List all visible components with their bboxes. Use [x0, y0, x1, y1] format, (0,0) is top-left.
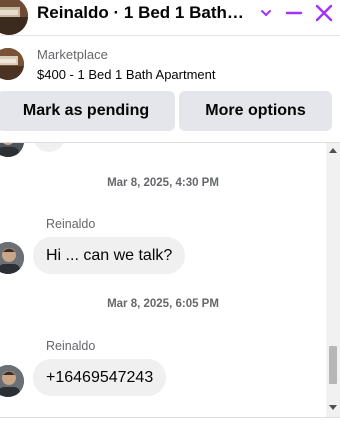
sender-name: Reinaldo [46, 339, 96, 353]
more-options-button[interactable]: More options [179, 91, 332, 131]
listing-photo-icon[interactable] [0, 0, 28, 35]
avatar[interactable] [0, 365, 24, 397]
message-bubble[interactable]: +16469547243 [33, 359, 167, 396]
listing-title: $400 - 1 Bed 1 Bath Apartment [37, 67, 216, 82]
close-icon[interactable] [311, 0, 337, 26]
avatar [0, 143, 24, 157]
composer-divider [0, 417, 340, 418]
chevron-down-icon[interactable] [253, 0, 279, 26]
marketplace-label: Marketplace [37, 47, 108, 62]
minimize-icon[interactable] [281, 0, 307, 26]
message-bubble[interactable]: Hi ... can we talk? [33, 237, 186, 274]
message-bubble[interactable] [33, 143, 65, 152]
sender-name: Reinaldo [46, 217, 96, 231]
mark-as-pending-button[interactable]: Mark as pending [0, 91, 175, 131]
chat-header: Reinaldo · 1 Bed 1 Bath Apartment [0, 0, 340, 36]
message-timestamp: Mar 8, 2025, 6:05 PM [107, 298, 219, 310]
message-thread[interactable]: Mar 8, 2025, 4:30 PM Reinaldo Hi ... can… [0, 143, 326, 417]
thread-scrollbar[interactable] [326, 143, 340, 417]
listing-thumbnail [0, 48, 24, 80]
listing-summary[interactable]: Marketplace $400 - 1 Bed 1 Bath Apartmen… [0, 38, 340, 88]
scroll-up-arrow-icon[interactable] [326, 147, 340, 155]
avatar[interactable] [0, 242, 24, 274]
scroll-down-arrow-icon[interactable] [326, 405, 340, 413]
listing-actions: Mark as pending More options [0, 91, 340, 131]
message-timestamp: Mar 8, 2025, 4:30 PM [107, 177, 219, 189]
scrollbar-thumb[interactable] [329, 346, 337, 384]
conversation-title[interactable]: Reinaldo · 1 Bed 1 Bath Apartment [37, 2, 247, 24]
